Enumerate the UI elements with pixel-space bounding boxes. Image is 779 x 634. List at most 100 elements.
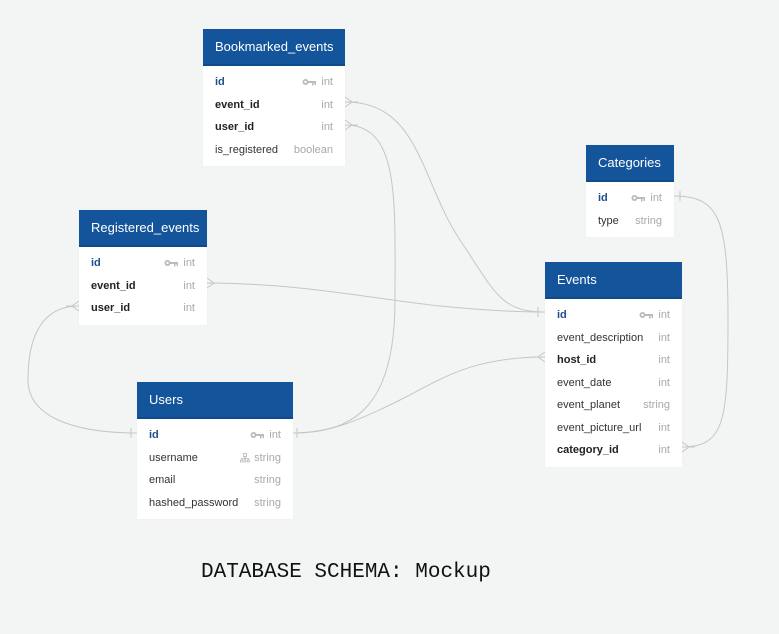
field-list: id int username string email string hash… bbox=[137, 419, 293, 519]
field-type: int bbox=[302, 76, 333, 88]
field-name: category_id bbox=[557, 444, 619, 457]
link-registered-event-to-events[interactable] bbox=[206, 282, 546, 313]
field-row[interactable]: event_id int bbox=[79, 275, 207, 298]
field-row[interactable]: user_id int bbox=[79, 297, 207, 320]
crowfoot-icon bbox=[344, 119, 358, 131]
field-type: int bbox=[164, 257, 195, 269]
field-type-label: string bbox=[254, 451, 281, 464]
link-bookmarked-user-to-users[interactable] bbox=[292, 124, 396, 434]
field-type-label: string bbox=[254, 474, 281, 487]
table-header[interactable]: Bookmarked_events bbox=[203, 29, 345, 66]
field-row[interactable]: host_id int bbox=[545, 349, 682, 372]
field-type: int bbox=[321, 99, 333, 111]
field-type: string bbox=[254, 497, 281, 509]
field-name: id bbox=[557, 309, 567, 322]
field-name: email bbox=[149, 474, 176, 487]
table-bookmarked-events[interactable]: Bookmarked_events id int event_id int us… bbox=[203, 29, 345, 166]
field-type-label: int bbox=[183, 257, 195, 270]
field-name: id bbox=[91, 257, 101, 270]
field-type-label: int bbox=[658, 331, 670, 344]
primary-key-icon bbox=[164, 259, 179, 267]
field-type: string bbox=[240, 452, 281, 464]
field-row[interactable]: event_description int bbox=[545, 327, 682, 350]
field-row[interactable]: hashed_password string bbox=[137, 492, 293, 515]
table-header[interactable]: Categories bbox=[586, 145, 674, 182]
field-row[interactable]: type string bbox=[586, 210, 674, 233]
field-row[interactable]: id int bbox=[137, 424, 293, 447]
field-type: int bbox=[631, 192, 662, 204]
field-row[interactable]: email string bbox=[137, 469, 293, 492]
field-row[interactable]: is_registered boolean bbox=[203, 139, 345, 162]
field-row[interactable]: id int bbox=[545, 304, 682, 327]
field-type-label: boolean bbox=[293, 143, 333, 156]
crowfoot-icon bbox=[681, 441, 695, 453]
field-type-label: string bbox=[254, 496, 281, 509]
field-type-label: int bbox=[183, 302, 195, 315]
field-row[interactable]: event_date int bbox=[545, 372, 682, 395]
field-type-label: int bbox=[321, 121, 333, 134]
field-name: user_id bbox=[215, 121, 255, 134]
field-type-label: int bbox=[658, 421, 670, 434]
field-type-label: int bbox=[183, 279, 195, 292]
table-users[interactable]: Users id int username string email strin… bbox=[137, 382, 293, 519]
table-categories[interactable]: Categories id int type string bbox=[586, 145, 674, 237]
field-row[interactable]: user_id int bbox=[203, 116, 345, 139]
field-type: string bbox=[643, 399, 670, 411]
field-row[interactable]: id int bbox=[79, 252, 207, 275]
field-type-label: int bbox=[658, 444, 670, 457]
field-name: event_id bbox=[91, 279, 136, 292]
crowfoot-icon bbox=[66, 300, 80, 312]
field-type: int bbox=[658, 422, 670, 434]
link-registered-user-to-users[interactable] bbox=[27, 305, 138, 434]
field-row[interactable]: event_id int bbox=[203, 94, 345, 117]
field-row[interactable]: username string bbox=[137, 447, 293, 470]
field-name: hashed_password bbox=[149, 496, 239, 509]
field-name: host_id bbox=[557, 354, 597, 367]
field-type: string bbox=[635, 215, 662, 227]
link-events-category-to-categories[interactable] bbox=[673, 195, 729, 448]
table-header[interactable]: Events bbox=[545, 262, 682, 299]
table-events[interactable]: Events id int event_description int host… bbox=[545, 262, 682, 467]
field-name: is_registered bbox=[215, 143, 278, 156]
field-name: event_date bbox=[557, 376, 612, 389]
field-type-label: int bbox=[321, 98, 333, 111]
field-type-label: int bbox=[658, 354, 670, 367]
table-header[interactable]: Registered_events bbox=[79, 210, 207, 247]
field-type: string bbox=[254, 474, 281, 486]
unique-index-icon bbox=[240, 452, 250, 463]
field-row[interactable]: id int bbox=[586, 187, 674, 210]
field-row[interactable]: category_id int bbox=[545, 439, 682, 462]
field-row[interactable]: event_picture_url int bbox=[545, 417, 682, 440]
link-events-host-to-users[interactable] bbox=[292, 356, 546, 434]
field-type: int bbox=[250, 429, 281, 441]
field-type-label: int bbox=[321, 76, 333, 89]
field-type-label: int bbox=[658, 376, 670, 389]
field-name: id bbox=[149, 429, 159, 442]
field-name: event_planet bbox=[557, 399, 620, 412]
field-type: int bbox=[639, 309, 670, 321]
field-row[interactable]: event_planet string bbox=[545, 394, 682, 417]
field-type: int bbox=[658, 354, 670, 366]
field-type: int bbox=[658, 332, 670, 344]
table-header[interactable]: Users bbox=[137, 382, 293, 419]
primary-key-icon bbox=[250, 431, 265, 439]
table-registered-events[interactable]: Registered_events id int event_id int us… bbox=[79, 210, 207, 325]
field-name: type bbox=[598, 214, 619, 227]
field-name: user_id bbox=[91, 302, 131, 315]
field-list: id int event_description int host_id int… bbox=[545, 299, 682, 467]
primary-key-icon bbox=[302, 78, 317, 86]
field-name: event_description bbox=[557, 331, 644, 344]
field-type: int bbox=[658, 444, 670, 456]
field-list: id int event_id int user_id int bbox=[79, 247, 207, 325]
field-type-label: int bbox=[269, 429, 281, 442]
field-type: boolean bbox=[294, 144, 333, 156]
field-name: event_picture_url bbox=[557, 421, 642, 434]
primary-key-icon bbox=[639, 311, 654, 319]
field-type: int bbox=[658, 377, 670, 389]
primary-key-icon bbox=[631, 194, 646, 202]
field-row[interactable]: id int bbox=[203, 71, 345, 94]
crowfoot-icon bbox=[532, 351, 546, 363]
link-bookmarked-event-to-events[interactable] bbox=[344, 101, 546, 313]
field-name: id bbox=[215, 76, 225, 89]
field-type: int bbox=[183, 302, 195, 314]
